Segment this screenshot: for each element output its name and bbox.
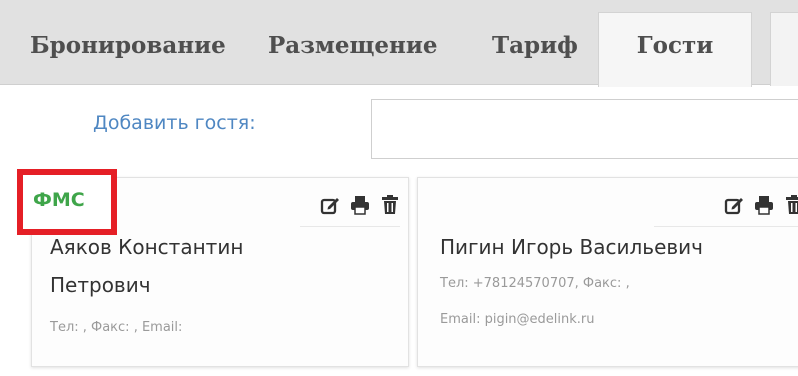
edit-icon[interactable] <box>724 195 744 215</box>
card-actions <box>300 190 400 227</box>
tab-guests[interactable]: Гости <box>598 12 752 87</box>
print-icon[interactable] <box>350 195 370 215</box>
print-icon[interactable] <box>754 195 774 215</box>
guest-contacts-line2: Email: pigin@edelink.ru <box>440 312 595 327</box>
trash-icon[interactable] <box>380 195 400 215</box>
guest-name: Пигин Игорь Васильевич <box>440 235 703 259</box>
guest-card: Пигин Игорь Васильевич Тел: +78124570707… <box>417 177 798 367</box>
card-actions <box>654 190 798 227</box>
guest-contacts-line1: Тел: +78124570707, Факс: , <box>440 276 630 291</box>
edit-icon[interactable] <box>320 195 340 215</box>
tab-accommodation[interactable]: Размещение <box>268 0 438 85</box>
add-guest-input[interactable] <box>371 99 798 159</box>
guest-name: Аяков Константин Петрович <box>50 228 390 304</box>
guest-contacts: Тел: +78124570707, Факс: , Email: pigin@… <box>440 266 630 338</box>
tab-next[interactable] <box>770 12 798 86</box>
guest-name-line2: Петрович <box>50 273 151 297</box>
fms-highlight: ФМС <box>17 169 117 235</box>
tab-tariff[interactable]: Тариф <box>492 0 578 85</box>
trash-icon[interactable] <box>784 195 798 215</box>
tab-booking[interactable]: Бронирование <box>30 0 226 85</box>
add-guest-label: Добавить гостя: <box>93 112 256 134</box>
fms-link[interactable]: ФМС <box>33 189 85 211</box>
guest-contacts: Тел: , Факс: , Email: <box>50 320 183 335</box>
